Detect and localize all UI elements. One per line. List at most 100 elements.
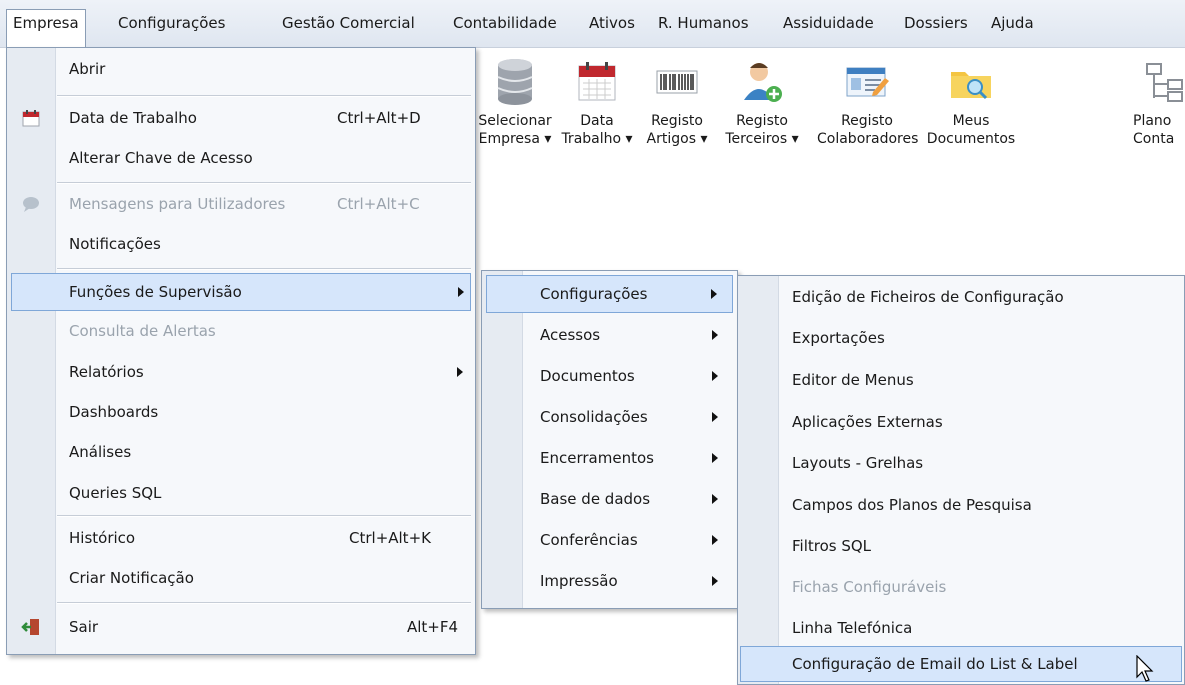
menu-item-sair[interactable]: Sair Alt+F4 xyxy=(7,608,475,646)
menu-item-label: Campos dos Planos de Pesquisa xyxy=(792,496,1032,514)
menu-item-label: Consulta de Alertas xyxy=(69,322,216,340)
submenu-arrow-icon xyxy=(712,535,718,545)
ribbon-label-line1: Registo xyxy=(736,113,788,129)
menu-item-analises[interactable]: Análises xyxy=(7,433,475,471)
ribbon-label-line2: Empresa ▾ xyxy=(478,131,552,147)
submenu-arrow-icon xyxy=(712,371,718,381)
submenu-item-documentos[interactable]: Documentos xyxy=(482,357,737,395)
ribbon-registo-artigos[interactable]: Registo Artigos ▾ xyxy=(641,56,713,148)
menu-item-label: Fichas Configuráveis xyxy=(792,578,947,596)
submenu-item-base-dados[interactable]: Base de dados xyxy=(482,480,737,518)
menu-item-shortcut: Ctrl+Alt+K xyxy=(349,529,431,547)
submenu-arrow-icon xyxy=(712,576,718,586)
ribbon-meus-documentos[interactable]: Meus Documentos xyxy=(923,56,1019,148)
submenu-item-layouts-grelhas[interactable]: Layouts - Grelhas xyxy=(738,444,1184,482)
menu-item-relatorios[interactable]: Relatórios xyxy=(7,353,475,391)
menu-item-label: Filtros SQL xyxy=(792,537,872,555)
menu-item-dashboards[interactable]: Dashboards xyxy=(7,393,475,431)
ribbon-label-line1: Data xyxy=(580,113,614,129)
ribbon-label-line2: Artigos ▾ xyxy=(646,131,708,147)
menu-item-alterar-chave[interactable]: Alterar Chave de Acesso xyxy=(7,139,475,177)
ribbon-selecionar-empresa[interactable]: Selecionar Empresa ▾ xyxy=(475,56,555,148)
menu-item-label: Layouts - Grelhas xyxy=(792,454,924,472)
submenu-item-linha-telefonica[interactable]: Linha Telefónica xyxy=(738,609,1184,647)
submenu-arrow-icon xyxy=(458,287,464,297)
menu-item-label: Data de Trabalho xyxy=(69,109,197,127)
exit-door-icon xyxy=(21,619,39,635)
menu-ajuda[interactable]: Ajuda xyxy=(985,10,1040,37)
menu-dossiers[interactable]: Dossiers xyxy=(898,10,974,37)
menu-item-criar-notificacao[interactable]: Criar Notificação xyxy=(7,559,475,597)
calendar-icon xyxy=(578,62,616,101)
menu-item-label: Consolidações xyxy=(540,408,648,426)
ribbon-toolbar: Selecionar Empresa ▾ Data Trabalho ▾ Reg… xyxy=(465,48,1185,188)
menu-item-shortcut: Ctrl+Alt+D xyxy=(337,109,421,127)
submenu-item-impressao[interactable]: Impressão xyxy=(482,562,737,600)
submenu-arrow-icon xyxy=(711,289,717,299)
menu-item-data-trabalho[interactable]: Data de Trabalho Ctrl+Alt+D xyxy=(7,99,475,137)
submenu-item-filtros-sql[interactable]: Filtros SQL xyxy=(738,527,1184,565)
menu-item-label: Documentos xyxy=(540,367,635,385)
ribbon-label-line2: Documentos xyxy=(926,131,1016,147)
menu-separator xyxy=(57,602,471,604)
menu-item-label: Acessos xyxy=(540,326,601,344)
ribbon-data-trabalho[interactable]: Data Trabalho ▾ xyxy=(557,56,637,148)
submenu-item-configuracoes[interactable]: Configurações xyxy=(486,275,733,313)
menu-item-funcoes-supervisao[interactable]: Funções de Supervisão xyxy=(11,273,471,311)
menu-item-label: Linha Telefónica xyxy=(792,619,913,637)
supervisao-submenu: Configurações Acessos Documentos Consoli… xyxy=(481,270,738,609)
menu-item-queries-sql[interactable]: Queries SQL xyxy=(7,474,475,512)
menu-item-shortcut: Alt+F4 xyxy=(407,618,459,636)
menu-item-mensagens: Mensagens para Utilizadores Ctrl+Alt+C xyxy=(7,185,475,223)
menu-recursos-humanos[interactable]: R. Humanos xyxy=(652,10,755,37)
submenu-item-consolidacoes[interactable]: Consolidações xyxy=(482,398,737,436)
menu-item-label: Exportações xyxy=(792,329,885,347)
id-card-icon xyxy=(846,67,889,97)
ribbon-label-line2: Colaboradores xyxy=(817,131,919,147)
submenu-item-encerramentos[interactable]: Encerramentos xyxy=(482,439,737,477)
menu-item-label: Encerramentos xyxy=(540,449,654,467)
calendar-icon xyxy=(22,110,40,127)
menu-item-label: Configuração de Email do List & Label xyxy=(792,655,1078,673)
configuracoes-submenu: Edição de Ficheiros de Configuração Expo… xyxy=(737,275,1185,685)
menu-separator xyxy=(57,268,471,270)
menu-item-label: Relatórios xyxy=(69,363,144,381)
mouse-cursor-icon xyxy=(1136,655,1154,682)
ribbon-plano-contas[interactable]: Plano Conta xyxy=(1133,56,1185,148)
submenu-item-acessos[interactable]: Acessos xyxy=(482,316,737,354)
menu-configuracoes[interactable]: Configurações xyxy=(112,10,231,37)
person-add-icon xyxy=(744,63,782,102)
menu-empresa[interactable]: Empresa xyxy=(6,9,86,48)
menu-item-notificacoes[interactable]: Notificações xyxy=(7,225,475,263)
menu-item-historico[interactable]: Histórico Ctrl+Alt+K xyxy=(7,519,475,557)
submenu-arrow-icon xyxy=(457,367,463,377)
menu-item-label: Base de dados xyxy=(540,490,651,508)
ribbon-label-line1: Registo xyxy=(841,113,893,129)
menu-item-label: Notificações xyxy=(69,235,161,253)
submenu-item-conferencias[interactable]: Conferências xyxy=(482,521,737,559)
submenu-item-exportacoes[interactable]: Exportações xyxy=(738,319,1184,357)
ribbon-registo-terceiros[interactable]: Registo Terceiros ▾ xyxy=(721,56,803,148)
menu-item-shortcut: Ctrl+Alt+C xyxy=(337,195,420,213)
menu-item-label: Configurações xyxy=(540,285,648,303)
speech-bubble-icon xyxy=(23,197,39,212)
menu-item-label: Criar Notificação xyxy=(69,569,194,587)
submenu-item-campos-planos-pesquisa[interactable]: Campos dos Planos de Pesquisa xyxy=(738,486,1184,524)
ribbon-label-line1: Selecionar xyxy=(478,113,552,129)
submenu-item-aplicacoes-externas[interactable]: Aplicações Externas xyxy=(738,403,1184,441)
empresa-menu: Abrir Data de Trabalho Ctrl+Alt+D Altera… xyxy=(6,47,476,655)
menu-bar: Empresa Configurações Gestão Comercial C… xyxy=(0,0,1185,48)
menu-gestao-comercial[interactable]: Gestão Comercial xyxy=(276,10,421,37)
menu-ativos[interactable]: Ativos xyxy=(583,10,641,37)
menu-item-abrir[interactable]: Abrir xyxy=(7,50,475,88)
menu-contabilidade[interactable]: Contabilidade xyxy=(447,10,563,37)
submenu-item-configuracao-email[interactable]: Configuração de Email do List & Label xyxy=(740,646,1182,682)
barcode-icon xyxy=(656,70,698,94)
ribbon-registo-colaboradores[interactable]: Registo Colaboradores xyxy=(817,56,919,148)
menu-item-label: Abrir xyxy=(69,60,106,78)
menu-assiduidade[interactable]: Assiduidade xyxy=(777,10,880,37)
ribbon-label-line1: Plano xyxy=(1133,113,1172,129)
menu-item-label: Histórico xyxy=(69,529,136,547)
submenu-item-editor-menus[interactable]: Editor de Menus xyxy=(738,361,1184,399)
submenu-item-edicao-ficheiros[interactable]: Edição de Ficheiros de Configuração xyxy=(738,278,1184,316)
